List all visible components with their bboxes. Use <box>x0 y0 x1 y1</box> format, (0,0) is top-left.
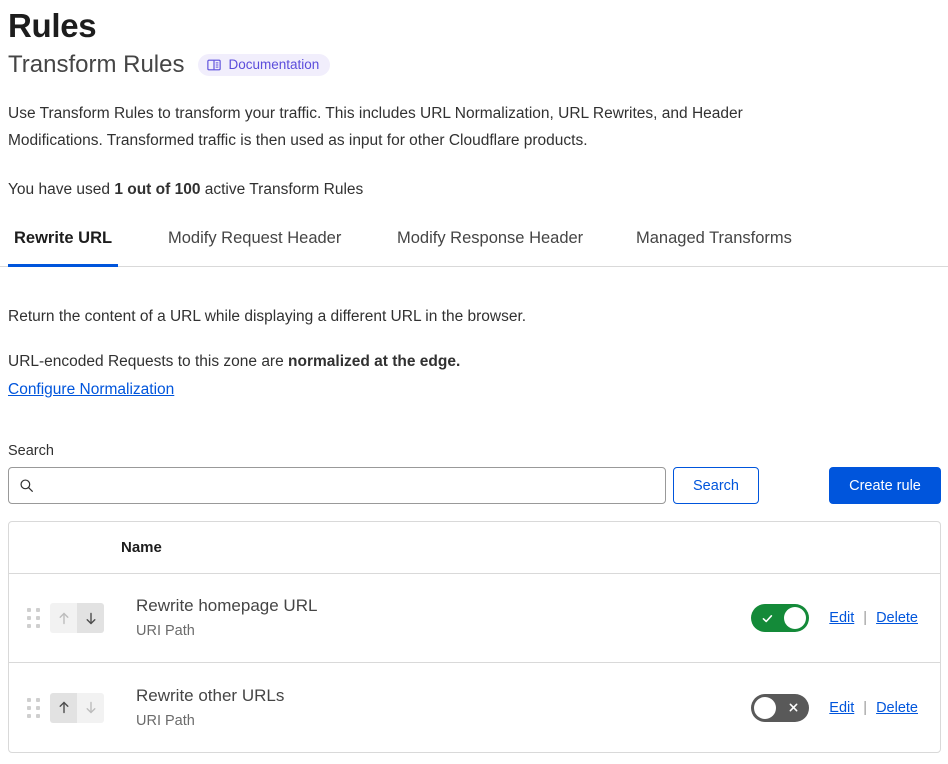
check-icon <box>753 604 781 632</box>
rule-text: Rewrite other URLs URI Path <box>136 684 284 732</box>
tab-description: Return the content of a URL while displa… <box>8 305 526 329</box>
transform-rules-page: Rules Transform Rules Documentation Use … <box>0 0 948 764</box>
page-subtitle: Transform Rules <box>8 50 184 80</box>
action-separator: | <box>863 608 867 628</box>
close-icon <box>779 694 807 722</box>
rule-enable-toggle[interactable] <box>751 604 809 632</box>
row-action-links: Edit | Delete <box>829 698 918 718</box>
edit-link[interactable]: Edit <box>829 608 854 628</box>
rules-table: Name <box>8 521 941 753</box>
search-label: Search <box>8 441 54 461</box>
search-box[interactable] <box>8 467 666 504</box>
column-header-name: Name <box>121 539 162 556</box>
rule-subtitle: URI Path <box>136 620 317 642</box>
delete-link[interactable]: Delete <box>876 608 918 628</box>
documentation-badge-label: Documentation <box>228 57 319 73</box>
book-icon <box>207 58 221 72</box>
search-input[interactable] <box>34 468 655 503</box>
rule-name: Rewrite other URLs <box>136 684 284 708</box>
create-rule-button[interactable]: Create rule <box>829 467 941 504</box>
normalization-notice: URL-encoded Requests to this zone are no… <box>8 350 460 374</box>
reorder-arrows <box>50 603 104 633</box>
usage-count: 1 out of 100 <box>114 181 200 198</box>
rule-name: Rewrite homepage URL <box>136 594 317 618</box>
move-down-icon <box>77 693 104 723</box>
toggle-knob <box>784 607 806 629</box>
rule-text: Rewrite homepage URL URI Path <box>136 594 317 642</box>
search-button[interactable]: Search <box>673 467 759 504</box>
tab-modify-response-header[interactable]: Modify Response Header <box>391 219 589 266</box>
drag-handle-icon[interactable] <box>27 698 41 718</box>
search-icon <box>19 478 34 493</box>
normalization-notice-emphasis: normalized at the edge. <box>288 353 460 370</box>
move-up-icon[interactable] <box>50 693 77 723</box>
rule-subtitle: URI Path <box>136 710 284 732</box>
row-actions: Edit | Delete <box>751 663 940 752</box>
usage-prefix: You have used <box>8 181 114 198</box>
move-down-icon[interactable] <box>77 603 104 633</box>
toggle-knob <box>754 697 776 719</box>
subtitle-row: Transform Rules Documentation <box>8 50 330 80</box>
edit-link[interactable]: Edit <box>829 698 854 718</box>
usage-summary: You have used 1 out of 100 active Transf… <box>8 178 363 202</box>
tab-rewrite-url[interactable]: Rewrite URL <box>8 219 118 266</box>
tab-bar: Rewrite URL Modify Request Header Modify… <box>0 219 948 267</box>
delete-link[interactable]: Delete <box>876 698 918 718</box>
configure-normalization-link[interactable]: Configure Normalization <box>8 378 174 402</box>
documentation-badge[interactable]: Documentation <box>198 54 330 76</box>
usage-suffix: active Transform Rules <box>200 181 363 198</box>
tab-modify-request-header[interactable]: Modify Request Header <box>162 219 347 266</box>
action-separator: | <box>863 698 867 718</box>
intro-paragraph: Use Transform Rules to transform your tr… <box>8 100 798 154</box>
table-header: Name <box>9 522 940 574</box>
rule-enable-toggle[interactable] <box>751 694 809 722</box>
drag-handle-icon[interactable] <box>27 608 41 628</box>
reorder-arrows <box>50 693 104 723</box>
row-actions: Edit | Delete <box>751 574 940 662</box>
row-action-links: Edit | Delete <box>829 608 918 628</box>
table-row: Rewrite homepage URL URI Path Edit | Del… <box>9 574 940 663</box>
normalization-notice-prefix: URL-encoded Requests to this zone are <box>8 353 288 370</box>
tab-managed-transforms[interactable]: Managed Transforms <box>630 219 798 266</box>
move-up-icon <box>50 603 77 633</box>
table-row: Rewrite other URLs URI Path Edit | <box>9 663 940 752</box>
page-title: Rules <box>8 6 96 46</box>
